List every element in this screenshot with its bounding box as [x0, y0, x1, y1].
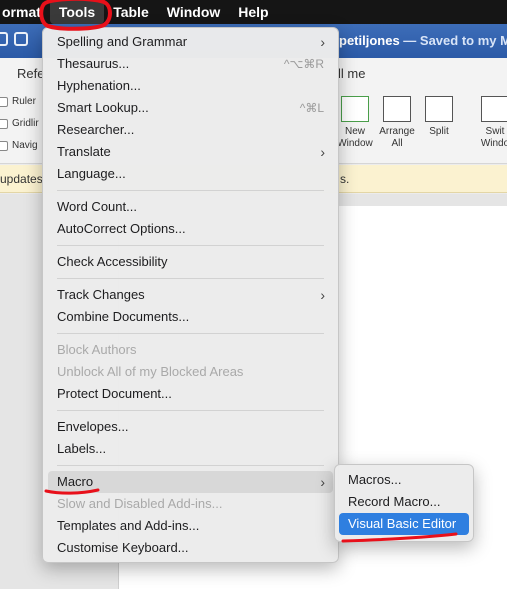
menu-item-block-authors: Block Authors	[43, 339, 338, 361]
new-window-button[interactable]: New Window	[335, 96, 375, 150]
menu-item-label: Envelopes...	[57, 419, 129, 434]
chevron-right-icon: ›	[320, 474, 325, 490]
menu-item-label: AutoCorrect Options...	[57, 221, 186, 236]
menu-item-combine-documents[interactable]: Combine Documents...	[43, 306, 338, 328]
macro-submenu: Macros... Record Macro... Visual Basic E…	[334, 464, 474, 542]
menu-item-hyphenation[interactable]: Hyphenation...	[43, 75, 338, 97]
menu-item-unblock-all: Unblock All of my Blocked Areas	[43, 361, 338, 383]
menu-item-check-accessibility[interactable]: Check Accessibility	[43, 251, 338, 273]
checkbox-label: Ruler	[12, 96, 36, 107]
menu-item-labels[interactable]: Labels...	[43, 438, 338, 460]
menu-item-label: Combine Documents...	[57, 309, 190, 324]
menu-separator	[57, 410, 324, 411]
menu-item-translate[interactable]: Translate ›	[43, 141, 338, 163]
chevron-right-icon: ›	[320, 34, 325, 50]
menu-item-label: Slow and Disabled Add-ins...	[57, 496, 223, 511]
menu-item-label: Researcher...	[57, 122, 135, 137]
menu-item-label: Protect Document...	[57, 386, 172, 401]
menu-item-spelling-and-grammar[interactable]: Spelling and Grammar ›	[43, 31, 338, 53]
menu-item-label: Templates and Add-ins...	[57, 518, 200, 533]
doc-owner: petiljones	[339, 33, 400, 48]
menu-table[interactable]: Table	[104, 0, 158, 24]
menu-item-thesaurus[interactable]: Thesaurus... ^⌥⌘R	[43, 53, 338, 75]
submenu-item-record-macro[interactable]: Record Macro...	[335, 491, 473, 513]
undo-icon[interactable]	[0, 32, 8, 46]
menu-item-protect-document[interactable]: Protect Document...	[43, 383, 338, 405]
switch-windows-icon	[481, 96, 507, 122]
menu-item-label: Smart Lookup...	[57, 100, 149, 115]
submenu-item-macros[interactable]: Macros...	[335, 469, 473, 491]
menu-item-language[interactable]: Language...	[43, 163, 338, 185]
new-window-icon	[341, 96, 369, 122]
menu-item-researcher[interactable]: Researcher...	[43, 119, 338, 141]
menu-window[interactable]: Window	[158, 0, 230, 24]
arrange-all-button[interactable]: Arrange All	[376, 96, 418, 150]
checkbox-label: Gridlir	[12, 118, 39, 129]
menu-item-envelopes[interactable]: Envelopes...	[43, 416, 338, 438]
button-label: Swit	[485, 126, 505, 137]
menu-item-customise-keyboard[interactable]: Customise Keyboard...	[43, 537, 338, 559]
checkbox-icon	[0, 96, 8, 107]
menu-item-label: Word Count...	[57, 199, 137, 214]
checkbox-icon	[0, 140, 8, 151]
button-label: Windo	[480, 138, 507, 149]
button-label: Split	[429, 126, 449, 137]
print-icon[interactable]	[14, 32, 28, 46]
menu-item-label: Block Authors	[57, 342, 137, 357]
menu-item-label: Spelling and Grammar	[57, 34, 188, 49]
menu-help[interactable]: Help	[229, 0, 277, 24]
saved-status: — Saved to my M	[399, 33, 507, 48]
menu-item-label: Thesaurus...	[57, 56, 130, 71]
menu-item-label: Hyphenation...	[57, 78, 141, 93]
switch-windows-button[interactable]: Swit Windo	[478, 96, 507, 150]
tab-references[interactable]: Refe	[17, 66, 44, 81]
menu-item-label: Track Changes	[57, 287, 145, 302]
submenu-item-visual-basic-editor[interactable]: Visual Basic Editor	[339, 513, 469, 535]
chevron-right-icon: ›	[320, 144, 325, 160]
menu-item-track-changes[interactable]: Track Changes ›	[43, 284, 338, 306]
menu-item-label: Unblock All of my Blocked Areas	[57, 364, 244, 379]
menu-separator	[57, 190, 324, 191]
button-label: Arrange	[379, 126, 415, 137]
menu-item-label: Language...	[57, 166, 126, 181]
button-label: All	[391, 138, 403, 149]
shortcut-label: ^⌥⌘R	[283, 57, 324, 71]
menu-separator	[57, 245, 324, 246]
menu-item-label: Labels...	[57, 441, 107, 456]
menu-item-autocorrect-options[interactable]: AutoCorrect Options...	[43, 218, 338, 240]
menu-item-label: Macro	[57, 474, 94, 489]
checkbox-icon	[0, 118, 8, 129]
shortcut-label: ^⌘L	[299, 101, 324, 115]
menu-tools[interactable]: Tools	[49, 0, 105, 24]
menu-separator	[57, 278, 324, 279]
menu-item-label: Check Accessibility	[57, 254, 168, 269]
menu-item-slow-disabled-addins: Slow and Disabled Add-ins...	[43, 493, 338, 515]
tab-tell-me[interactable]: ll me	[338, 66, 365, 81]
arrange-all-icon	[383, 96, 411, 122]
ruler-checkbox[interactable]: Ruler	[0, 96, 36, 107]
menu-item-macro[interactable]: Macro ›	[48, 471, 333, 493]
menu-item-label: Translate	[57, 144, 111, 159]
menu-item-templates-addins[interactable]: Templates and Add-ins...	[43, 515, 338, 537]
menu-format[interactable]: ormat	[0, 0, 50, 24]
gridlines-checkbox[interactable]: Gridlir	[0, 118, 39, 129]
infobar-text-left: updates	[0, 172, 43, 186]
navigation-checkbox[interactable]: Navig	[0, 140, 38, 151]
split-icon	[425, 96, 453, 122]
chevron-right-icon: ›	[320, 287, 325, 303]
menu-item-smart-lookup[interactable]: Smart Lookup... ^⌘L	[43, 97, 338, 119]
split-button[interactable]: Split	[422, 96, 456, 138]
menu-separator	[57, 465, 324, 466]
menu-item-label: Customise Keyboard...	[57, 540, 189, 555]
menu-bar: ormat Tools Table Window Help	[0, 0, 507, 24]
checkbox-label: Navig	[12, 140, 38, 151]
menu-separator	[57, 333, 324, 334]
menu-item-word-count[interactable]: Word Count...	[43, 196, 338, 218]
button-label: Window	[337, 138, 373, 149]
button-label: New	[344, 126, 365, 137]
document-title: petiljones — Saved to my M	[339, 33, 507, 48]
infobar-text-right: s.	[340, 172, 350, 186]
tools-menu: Spelling and Grammar › Thesaurus... ^⌥⌘R H…	[42, 27, 339, 563]
